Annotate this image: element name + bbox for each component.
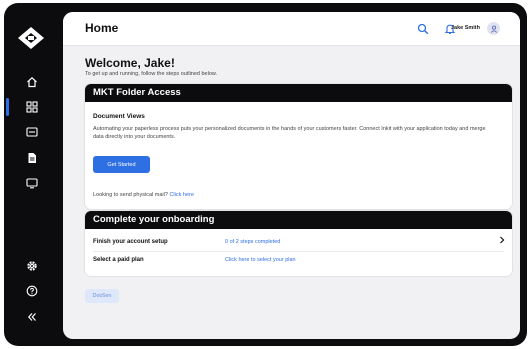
main-screen: Home Jake Smith Welcome, Jake! To get up… bbox=[63, 12, 520, 339]
mail-prompt-text: Looking to send physical mail? bbox=[93, 192, 168, 198]
row-label: Finish your account setup bbox=[93, 239, 168, 245]
select-plan-link[interactable]: Click here to select your plan bbox=[225, 257, 296, 263]
inbox-icon[interactable] bbox=[24, 124, 40, 140]
folder-access-card: MKT Folder Access Document Views Automat… bbox=[85, 84, 512, 209]
done-button[interactable]: Doc6en bbox=[85, 289, 119, 303]
setup-progress-link[interactable]: 0 of 2 steps completed bbox=[225, 239, 280, 245]
avatar[interactable] bbox=[487, 22, 500, 35]
monitor-icon[interactable] bbox=[24, 175, 40, 191]
device-frame: Home Jake Smith Welcome, Jake! To get up… bbox=[4, 3, 527, 346]
help-icon[interactable] bbox=[24, 283, 40, 299]
active-nav-indicator bbox=[6, 98, 9, 116]
page-title: Home bbox=[85, 21, 119, 35]
welcome-subtext: To get up and running, follow the steps … bbox=[85, 71, 218, 77]
physical-mail-prompt: Looking to send physical mail? Click her… bbox=[93, 192, 194, 198]
gear-icon[interactable] bbox=[24, 258, 40, 274]
collapse-icon[interactable] bbox=[24, 309, 40, 325]
divider bbox=[93, 251, 504, 252]
card-title: MKT Folder Access bbox=[85, 84, 512, 102]
document-icon[interactable] bbox=[24, 150, 40, 166]
onboarding-card: Complete your onboarding Finish your acc… bbox=[85, 211, 512, 276]
section-title: Document Views bbox=[93, 113, 145, 120]
user-icon bbox=[490, 25, 497, 33]
user-name[interactable]: Jake Smith bbox=[451, 25, 480, 31]
top-bar: Home Jake Smith bbox=[63, 12, 520, 46]
section-description: Automating your paperless process puts y… bbox=[93, 126, 486, 140]
welcome-heading: Welcome, Jake! bbox=[85, 56, 175, 70]
search-icon[interactable] bbox=[417, 23, 429, 35]
dashboard-icon[interactable] bbox=[24, 99, 40, 115]
card-title: Complete your onboarding bbox=[85, 211, 512, 229]
home-icon[interactable] bbox=[24, 74, 40, 90]
chevron-right-icon[interactable] bbox=[499, 236, 505, 244]
mail-click-here-link[interactable]: Click here bbox=[169, 192, 193, 198]
get-started-button[interactable]: Get Started bbox=[93, 156, 150, 173]
row-label: Select a paid plan bbox=[93, 257, 144, 263]
sidebar bbox=[4, 3, 62, 346]
app-logo[interactable] bbox=[18, 27, 44, 49]
